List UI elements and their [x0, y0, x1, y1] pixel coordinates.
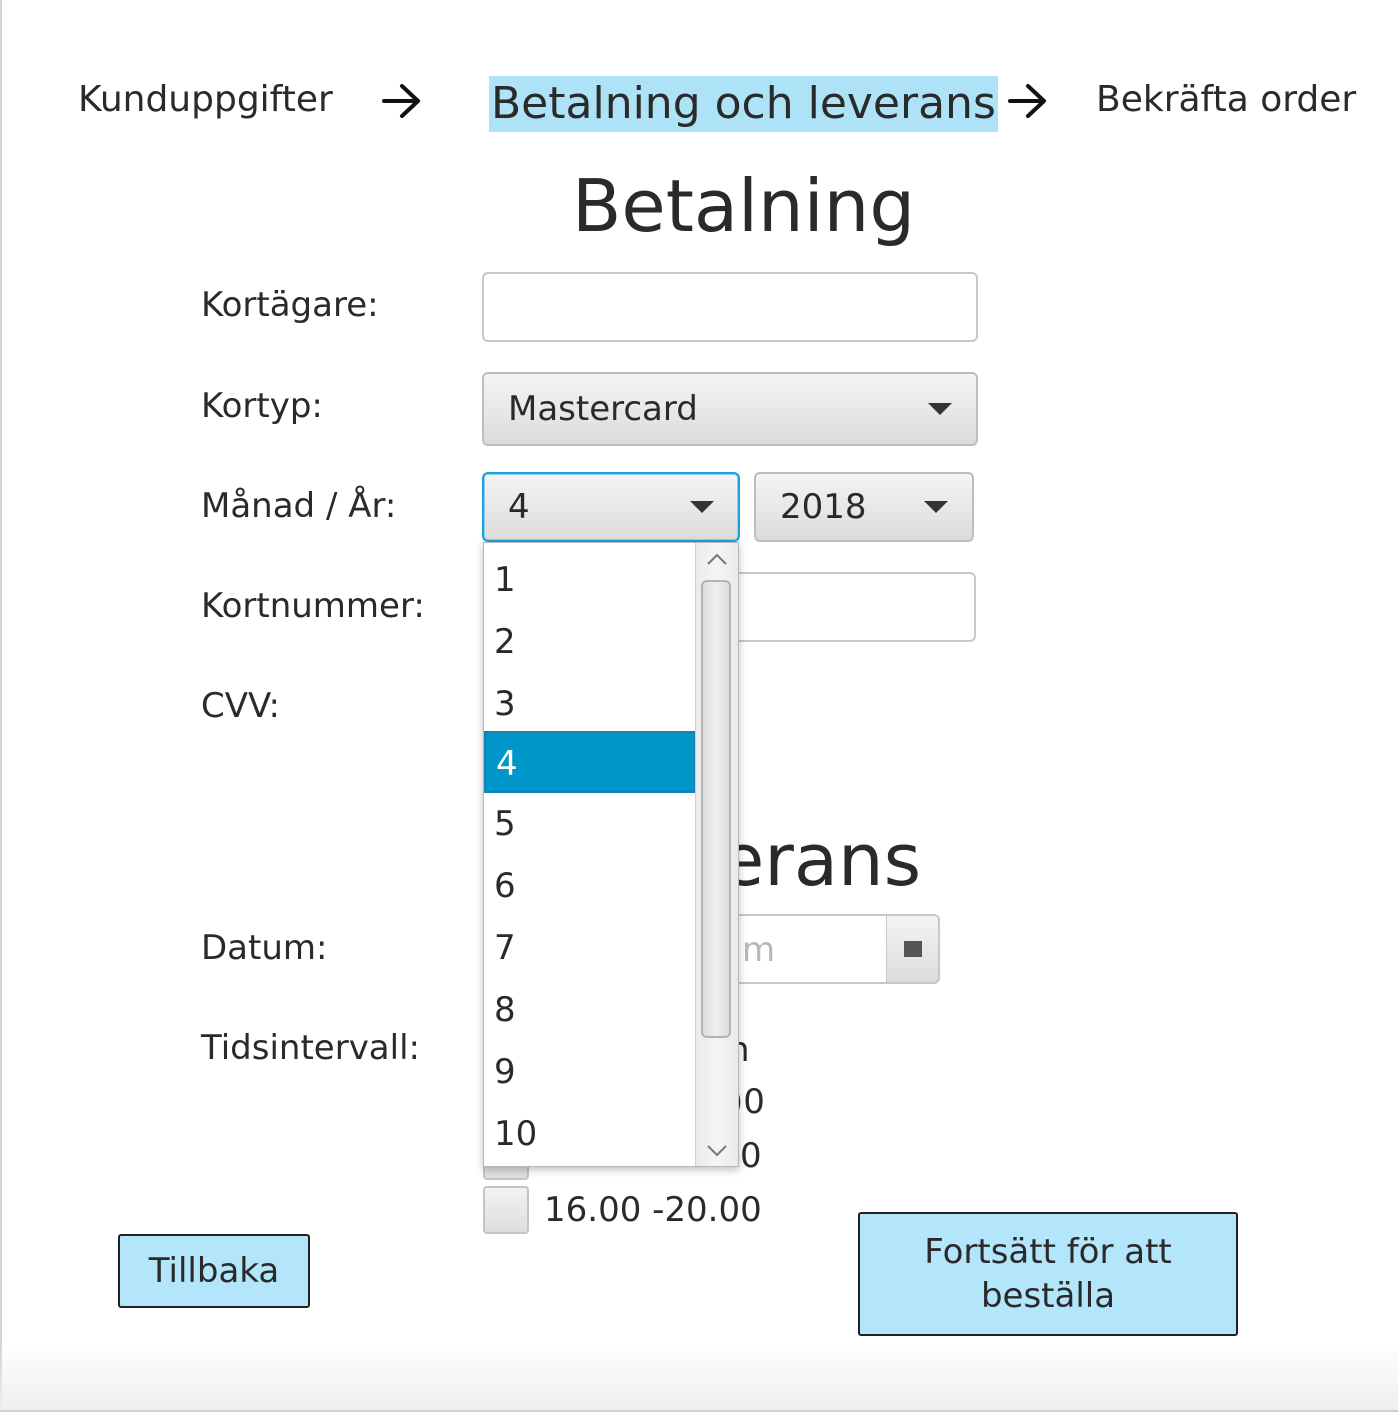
chevron-down-icon: [924, 501, 948, 513]
card-type-label: Kortyp:: [201, 386, 323, 426]
chevron-up-icon[interactable]: [704, 549, 730, 569]
month-option-2[interactable]: 2: [484, 611, 696, 673]
month-option-9[interactable]: 9: [484, 1041, 696, 1103]
calendar-icon: [903, 941, 922, 957]
date-label: Datum:: [201, 928, 328, 968]
month-option-5[interactable]: 5: [484, 793, 696, 855]
continue-order-button[interactable]: Fortsätt för att beställa: [858, 1212, 1238, 1336]
date-picker-button[interactable]: [886, 914, 940, 984]
month-option-10[interactable]: 10: [484, 1103, 696, 1165]
month-year-label: Månad / År:: [201, 486, 397, 526]
scrollbar-thumb[interactable]: [701, 580, 731, 1038]
payment-heading: Betalning: [572, 164, 916, 248]
card-number-label: Kortnummer:: [201, 586, 425, 626]
interval-option-label: 0: [740, 1136, 762, 1176]
window-left-edge: [0, 0, 2, 1412]
month-option-4[interactable]: 4: [484, 731, 696, 793]
month-option-1[interactable]: 1: [484, 549, 696, 611]
chevron-down-icon[interactable]: [704, 1141, 730, 1161]
card-type-select[interactable]: Mastercard: [482, 372, 978, 446]
interval-checkbox-16-20[interactable]: [483, 1186, 529, 1234]
step-confirm-order[interactable]: Bekräfta order: [1096, 78, 1356, 122]
cvv-label: CVV:: [201, 686, 280, 726]
month-dropdown-list[interactable]: 1 2 3 4 5 6 7 8 9 10: [483, 542, 739, 1167]
month-option-3[interactable]: 3: [484, 673, 696, 735]
cardholder-input[interactable]: [482, 272, 978, 342]
back-button[interactable]: Tillbaka: [118, 1234, 310, 1308]
cardholder-label: Kortägare:: [201, 285, 379, 325]
date-placeholder: m: [742, 930, 776, 970]
step-customer-info[interactable]: Kunduppgifter: [78, 78, 333, 122]
interval-option-label-16-20[interactable]: 16.00 -20.00: [544, 1190, 762, 1230]
arrow-right-icon: [382, 84, 420, 118]
continue-button-line2: beställa: [980, 1276, 1116, 1316]
chevron-down-icon: [690, 501, 714, 513]
month-option-7[interactable]: 7: [484, 917, 696, 979]
delivery-heading: erans: [720, 818, 922, 902]
dropdown-scrollbar[interactable]: [695, 543, 738, 1166]
month-value: 4: [508, 487, 530, 527]
continue-button-line1: Fortsätt för att: [924, 1232, 1172, 1272]
window-bottom-fade: [0, 1342, 1398, 1412]
month-select[interactable]: 4: [482, 472, 740, 542]
year-select[interactable]: 2018: [754, 472, 974, 542]
month-option-6[interactable]: 6: [484, 855, 696, 917]
chevron-down-icon: [928, 403, 952, 415]
month-option-8[interactable]: 8: [484, 979, 696, 1041]
time-interval-label: Tidsintervall:: [201, 1028, 420, 1068]
step-payment-delivery[interactable]: Betalning och leverans: [489, 76, 998, 132]
year-value: 2018: [780, 487, 867, 527]
card-type-value: Mastercard: [508, 389, 698, 429]
arrow-right-icon: [1008, 84, 1046, 118]
